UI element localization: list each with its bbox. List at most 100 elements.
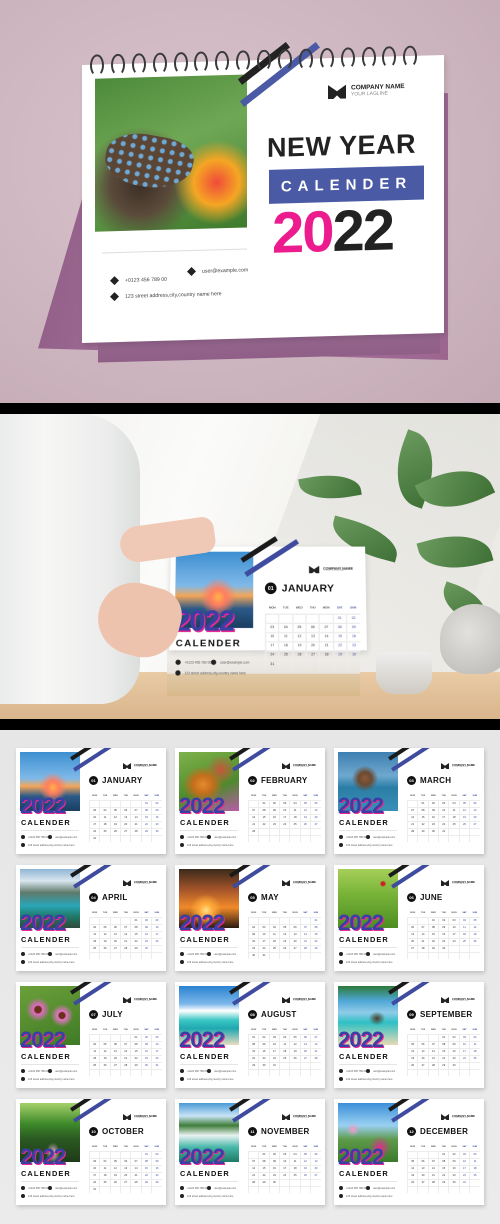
day-cell: 26 (406, 1061, 418, 1069)
contact-phone: +0123 456 789 00 (339, 835, 366, 839)
week-row: 10 11 12 13 14 15 16 (265, 631, 361, 642)
month-header: 04 APRIL (89, 893, 128, 902)
day-cell: 07 (299, 923, 311, 931)
day-cell: 07 (406, 806, 418, 814)
weekday-header: MON (92, 1145, 98, 1148)
week-row: 19 20 21 22 23 24 25 (406, 1171, 480, 1179)
day-cell: 27 (310, 820, 321, 828)
day-cell: 16 (448, 1047, 460, 1055)
day-cell: 28 (130, 1178, 142, 1186)
day-cell: 18 (99, 820, 111, 828)
day-cell: 03 (151, 1033, 162, 1041)
day-cell: 06 (109, 1040, 121, 1048)
week-row: 01 02 03 04 (406, 1033, 480, 1041)
week-row: 23 24 25 26 27 28 29 (247, 944, 321, 952)
home-icon (339, 1077, 343, 1081)
company-tagline: YOUR LAGLINE (293, 766, 310, 769)
day-cell: 22 (247, 1054, 259, 1062)
weekday-header: THU (441, 1028, 446, 1031)
month-day-grid: MON TUE WED THU MON SAT SUN 01 02 03 04 05 06 07 08 09 1… (265, 603, 361, 669)
company-tagline: YOUR LAGLINE (134, 766, 151, 769)
week-row: 24 25 26 27 28 29 30 (88, 827, 162, 835)
week-row (247, 1185, 321, 1193)
day-cell (279, 951, 290, 959)
week-row (406, 1185, 480, 1193)
day-cell: 23 (268, 820, 280, 828)
week-row: 12 13 14 15 16 17 18 (406, 1047, 480, 1055)
day-cell: 30 (268, 1178, 280, 1186)
day-cell: 31 (268, 1061, 280, 1069)
plant-pot (376, 652, 432, 694)
day-cell: 16 (140, 1047, 152, 1055)
binding-ring (152, 52, 167, 75)
contact-email: user@example.com (207, 1186, 236, 1190)
day-cell: 03 (88, 806, 100, 814)
day-cell: 02 (268, 799, 280, 807)
day-cell: 02 (268, 1150, 280, 1158)
day-cell: 30 (448, 1061, 460, 1069)
day-cell (88, 799, 100, 807)
calendar-page-september: 2022 CALENDER COMPANY NAME YOUR LAGLINE +012… (334, 982, 484, 1088)
day-cell (247, 834, 259, 842)
day-cell: 11 (99, 813, 111, 821)
day-cell: 29 (140, 827, 152, 835)
day-cell (299, 834, 311, 842)
week-row: 01 02 (88, 1150, 162, 1158)
week-row (406, 834, 480, 842)
day-cell (289, 1185, 301, 1193)
phone-icon (180, 835, 184, 839)
day-cell: 24 (279, 820, 290, 828)
weekday-header: THU (282, 911, 287, 914)
day-cell (258, 827, 270, 835)
day-cell: 19 (406, 1171, 418, 1179)
day-cell: 02 (151, 799, 162, 807)
month-name: JULY (102, 1010, 123, 1019)
week-row: 26 27 28 29 30 (406, 1061, 480, 1069)
weekday-header: MON (133, 794, 139, 797)
week-row: 24 25 26 27 28 29 30 (88, 1178, 162, 1186)
binding-ring (173, 51, 188, 75)
day-cell (417, 1033, 429, 1041)
day-cell: 15 (438, 1047, 449, 1055)
day-cell: 11 (289, 806, 301, 814)
day-cell: 28 (130, 827, 142, 835)
day-cell: 03 (88, 1157, 100, 1165)
day-cell: 14 (427, 1164, 439, 1172)
day-cell: 05 (299, 799, 311, 807)
day-cell: 29 (258, 1178, 270, 1186)
day-cell (99, 1185, 111, 1193)
month-day-grid: MON TUE WED THU MON SAT SUN 01 02 03 04 05 06 07 08 09 1… (247, 909, 321, 959)
day-cell (279, 916, 290, 924)
day-cell: 01 (258, 1150, 270, 1158)
month-day-grid: MON TUE WED THU MON SAT SUN 01 02 03 04 05 06 07 08 09 1… (406, 1026, 480, 1076)
day-cell: 28 (310, 1054, 321, 1062)
day-cell: 19 (99, 1054, 111, 1062)
day-cell: 18 (279, 1047, 290, 1055)
day-cell: 03 (279, 799, 290, 807)
day-cell: 15 (247, 1047, 259, 1055)
day-cell: 26 (299, 820, 311, 828)
day-cell: 25 (448, 820, 460, 828)
divider (180, 1181, 238, 1182)
day-cell: 22 (333, 641, 348, 651)
day-cell: 15 (130, 1047, 142, 1055)
day-cell (289, 834, 301, 842)
day-cell (99, 916, 111, 924)
month-name: MAY (261, 893, 279, 902)
company-logo: COMPANY NAME YOUR LAGLINE (123, 763, 157, 769)
day-cell: 25 (469, 1054, 480, 1062)
day-cell: 01 (310, 916, 321, 924)
day-cell: 17 (279, 1164, 290, 1172)
weekday-header: MON (251, 911, 257, 914)
contact-address: 123 street address,city,country name her… (21, 960, 75, 964)
day-cell: 08 (310, 923, 321, 931)
day-cell: 17 (438, 813, 449, 821)
weekday-header: SAT (462, 1145, 467, 1148)
logo-text: COMPANY NAME YOUR LAGLINE (452, 763, 475, 769)
month-number-badge: 03 (407, 776, 416, 785)
day-cell: 04 (469, 1033, 480, 1041)
weekday-header: TUE (102, 911, 108, 914)
day-cell: 24 (151, 1054, 162, 1062)
day-cell: 27 (417, 1178, 429, 1186)
month-name: MARCH (420, 776, 452, 785)
